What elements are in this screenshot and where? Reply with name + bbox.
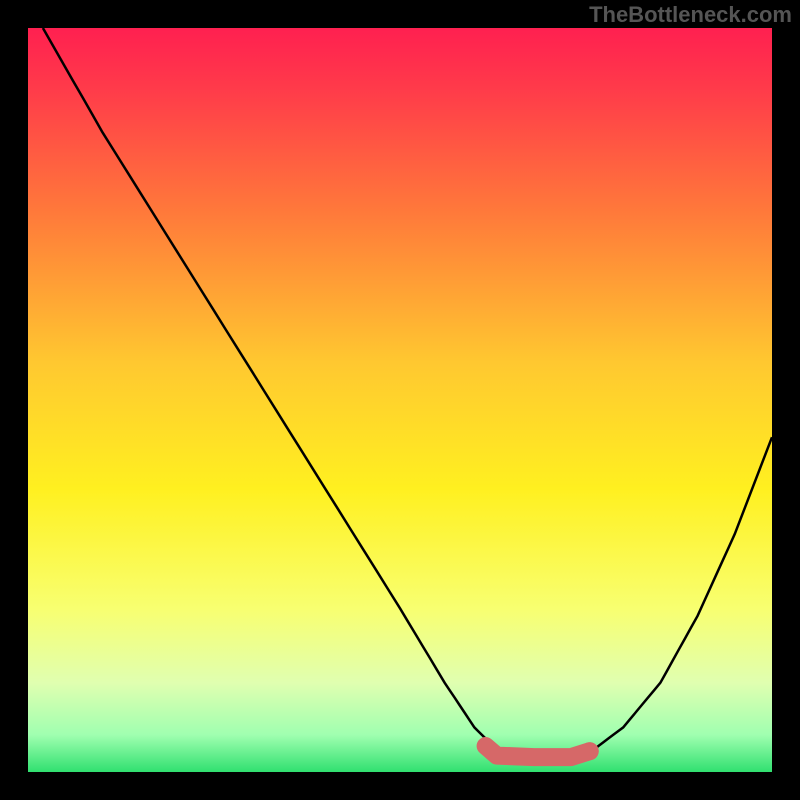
watermark-text: TheBottleneck.com [589,2,792,28]
chart-curve-layer [28,28,772,772]
optimal-point-dot [581,742,599,760]
bottleneck-curve [43,28,772,757]
chart-plot-area [28,28,772,772]
optimal-range-highlight [486,746,590,757]
